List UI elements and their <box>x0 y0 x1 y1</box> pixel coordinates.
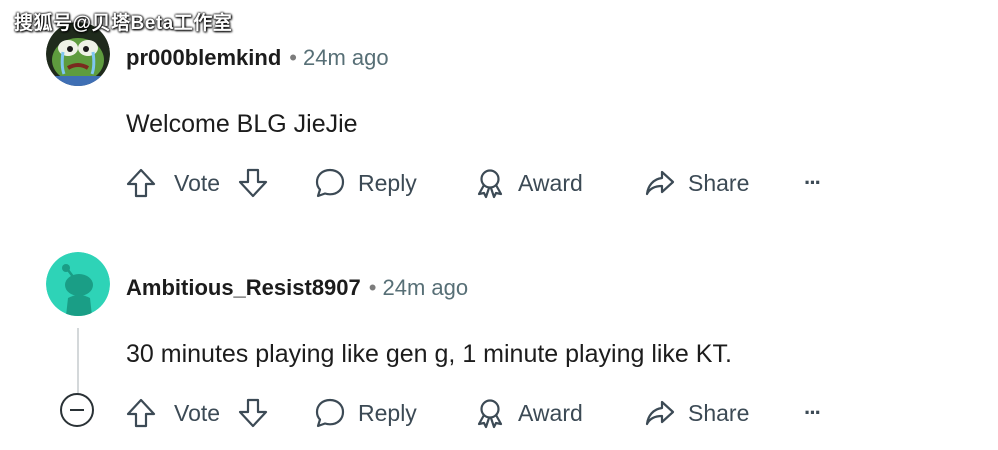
speech-bubble-icon <box>315 168 345 198</box>
username[interactable]: Ambitious_Resist8907 <box>126 275 361 300</box>
award-ribbon-icon <box>477 399 503 429</box>
comment-text: 30 minutes playing like gen g, 1 minute … <box>126 340 732 368</box>
award-button[interactable]: Award <box>474 165 583 201</box>
ellipsis-icon: ··· <box>804 400 822 425</box>
arrow-down-icon <box>238 168 268 198</box>
award-label: Award <box>518 399 583 426</box>
collapse-thread-button[interactable] <box>60 393 94 427</box>
separator-dot: • <box>289 45 297 70</box>
reddit-snoo-avatar-icon <box>46 252 110 316</box>
vote-count: Vote <box>174 169 221 196</box>
action-bar: Vote Reply Award Share ··· <box>124 165 844 201</box>
share-button[interactable]: Share <box>644 395 749 431</box>
avatar[interactable] <box>46 252 110 316</box>
reply-label: Reply <box>358 399 417 426</box>
upvote-button[interactable] <box>124 395 158 431</box>
award-ribbon-icon <box>477 169 503 199</box>
award-button[interactable]: Award <box>474 395 583 431</box>
comment-text: Welcome BLG JieJie <box>126 110 358 138</box>
reply-label: Reply <box>358 169 417 196</box>
share-arrow-icon <box>645 170 675 196</box>
ellipsis-icon: ··· <box>804 170 822 195</box>
comment-header: pr000blemkind • 24m ago <box>126 44 389 72</box>
timestamp[interactable]: 24m ago <box>382 275 468 300</box>
arrow-up-icon <box>126 168 156 198</box>
share-label: Share <box>688 399 750 426</box>
downvote-button[interactable] <box>236 395 270 431</box>
comment-header: Ambitious_Resist8907 • 24m ago <box>126 274 468 302</box>
reply-button[interactable]: Reply <box>314 165 417 201</box>
arrow-down-icon <box>238 398 268 428</box>
action-bar: Vote Reply Award Share ··· <box>124 395 844 431</box>
watermark: 搜狐号@贝塔Beta工作室 <box>14 13 233 34</box>
username[interactable]: pr000blemkind <box>126 45 281 70</box>
arrow-up-icon <box>126 398 156 428</box>
more-options-button[interactable]: ··· <box>804 395 822 431</box>
vote-count: Vote <box>174 399 221 426</box>
upvote-button[interactable] <box>124 165 158 201</box>
share-button[interactable]: Share <box>644 165 749 201</box>
separator-dot: • <box>368 275 377 300</box>
share-arrow-icon <box>645 400 675 426</box>
reply-button[interactable]: Reply <box>314 395 417 431</box>
more-options-button[interactable]: ··· <box>804 165 822 201</box>
downvote-button[interactable] <box>236 165 270 201</box>
share-label: Share <box>688 169 750 196</box>
timestamp[interactable]: 24m ago <box>303 45 389 70</box>
award-label: Award <box>518 169 583 196</box>
minus-icon <box>70 409 84 411</box>
speech-bubble-icon <box>315 398 345 428</box>
